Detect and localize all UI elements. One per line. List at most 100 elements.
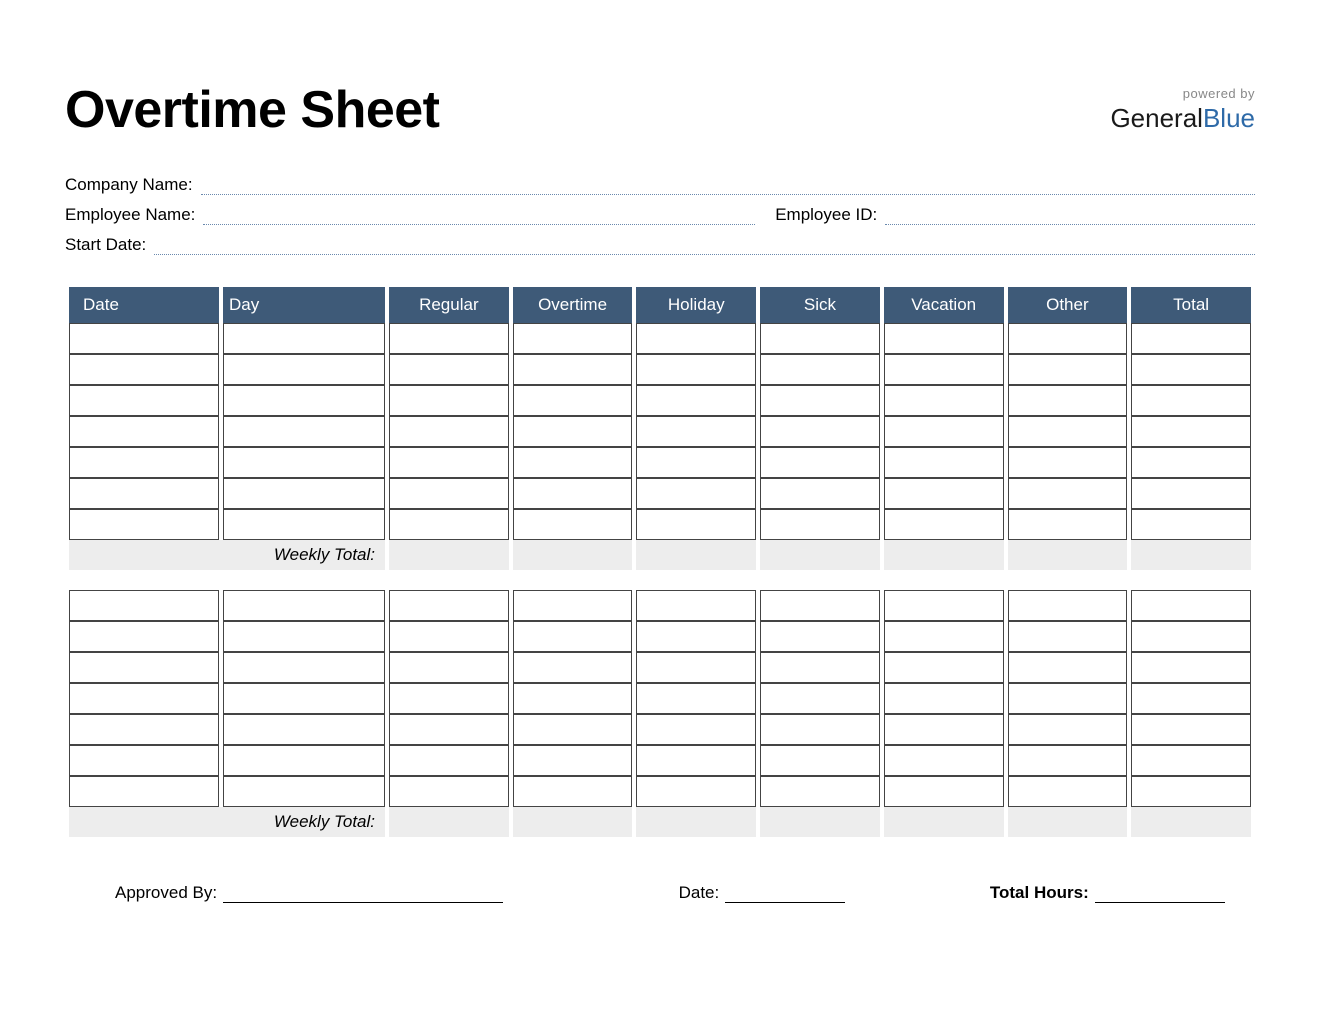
- table-cell[interactable]: [223, 776, 385, 807]
- table-cell[interactable]: [884, 776, 1004, 807]
- table-cell[interactable]: [389, 323, 509, 354]
- table-cell[interactable]: [223, 683, 385, 714]
- table-cell[interactable]: [513, 478, 633, 509]
- approved-by-input[interactable]: [223, 884, 503, 903]
- table-cell[interactable]: [1131, 354, 1251, 385]
- table-cell[interactable]: [513, 385, 633, 416]
- table-cell[interactable]: [513, 323, 633, 354]
- table-cell[interactable]: [513, 714, 633, 745]
- table-cell[interactable]: [1131, 745, 1251, 776]
- table-cell[interactable]: [69, 621, 219, 652]
- table-cell[interactable]: [884, 652, 1004, 683]
- table-cell[interactable]: [1131, 385, 1251, 416]
- table-cell[interactable]: [760, 447, 880, 478]
- table-cell[interactable]: [389, 776, 509, 807]
- table-cell[interactable]: [636, 509, 756, 540]
- table-cell[interactable]: [513, 416, 633, 447]
- table-cell[interactable]: [636, 621, 756, 652]
- table-cell[interactable]: [636, 323, 756, 354]
- table-cell[interactable]: [1131, 323, 1251, 354]
- table-cell[interactable]: [884, 447, 1004, 478]
- table-cell[interactable]: [223, 745, 385, 776]
- table-cell[interactable]: [1131, 590, 1251, 621]
- table-cell[interactable]: [636, 385, 756, 416]
- table-cell[interactable]: [69, 447, 219, 478]
- table-cell[interactable]: [1008, 385, 1128, 416]
- table-cell[interactable]: [884, 590, 1004, 621]
- table-cell[interactable]: [1008, 447, 1128, 478]
- table-cell[interactable]: [1131, 416, 1251, 447]
- table-cell[interactable]: [69, 323, 219, 354]
- table-cell[interactable]: [389, 621, 509, 652]
- table-cell[interactable]: [760, 652, 880, 683]
- table-cell[interactable]: [223, 714, 385, 745]
- table-cell[interactable]: [389, 416, 509, 447]
- table-cell[interactable]: [513, 354, 633, 385]
- table-cell[interactable]: [513, 509, 633, 540]
- table-cell[interactable]: [636, 745, 756, 776]
- table-cell[interactable]: [69, 478, 219, 509]
- table-cell[interactable]: [1008, 354, 1128, 385]
- table-cell[interactable]: [513, 652, 633, 683]
- table-cell[interactable]: [1008, 652, 1128, 683]
- table-cell[interactable]: [1008, 776, 1128, 807]
- table-cell[interactable]: [389, 683, 509, 714]
- table-cell[interactable]: [636, 776, 756, 807]
- employee-name-input[interactable]: [203, 224, 755, 225]
- table-cell[interactable]: [223, 385, 385, 416]
- table-cell[interactable]: [389, 509, 509, 540]
- table-cell[interactable]: [69, 416, 219, 447]
- table-cell[interactable]: [1008, 745, 1128, 776]
- table-cell[interactable]: [1008, 416, 1128, 447]
- employee-id-input[interactable]: [885, 224, 1255, 225]
- table-cell[interactable]: [884, 385, 1004, 416]
- table-cell[interactable]: [1008, 509, 1128, 540]
- table-cell[interactable]: [884, 416, 1004, 447]
- table-cell[interactable]: [223, 323, 385, 354]
- table-cell[interactable]: [760, 509, 880, 540]
- table-cell[interactable]: [1131, 621, 1251, 652]
- table-cell[interactable]: [223, 509, 385, 540]
- company-name-input[interactable]: [201, 194, 1255, 195]
- table-cell[interactable]: [69, 509, 219, 540]
- table-cell[interactable]: [223, 590, 385, 621]
- table-cell[interactable]: [223, 621, 385, 652]
- table-cell[interactable]: [884, 683, 1004, 714]
- table-cell[interactable]: [69, 714, 219, 745]
- start-date-input[interactable]: [154, 254, 1255, 255]
- table-cell[interactable]: [1131, 478, 1251, 509]
- table-cell[interactable]: [760, 478, 880, 509]
- table-cell[interactable]: [513, 447, 633, 478]
- table-cell[interactable]: [884, 323, 1004, 354]
- table-cell[interactable]: [389, 354, 509, 385]
- table-cell[interactable]: [636, 354, 756, 385]
- table-cell[interactable]: [636, 652, 756, 683]
- table-cell[interactable]: [1131, 509, 1251, 540]
- table-cell[interactable]: [1008, 323, 1128, 354]
- table-cell[interactable]: [1008, 590, 1128, 621]
- table-cell[interactable]: [513, 621, 633, 652]
- table-cell[interactable]: [69, 652, 219, 683]
- table-cell[interactable]: [1008, 683, 1128, 714]
- table-cell[interactable]: [760, 416, 880, 447]
- table-cell[interactable]: [1008, 714, 1128, 745]
- table-cell[interactable]: [69, 590, 219, 621]
- table-cell[interactable]: [389, 652, 509, 683]
- table-cell[interactable]: [760, 683, 880, 714]
- table-cell[interactable]: [760, 776, 880, 807]
- table-cell[interactable]: [69, 683, 219, 714]
- table-cell[interactable]: [513, 745, 633, 776]
- table-cell[interactable]: [223, 478, 385, 509]
- table-cell[interactable]: [389, 478, 509, 509]
- table-cell[interactable]: [636, 447, 756, 478]
- table-cell[interactable]: [884, 478, 1004, 509]
- table-cell[interactable]: [1131, 714, 1251, 745]
- footer-date-input[interactable]: [725, 884, 845, 903]
- table-cell[interactable]: [760, 354, 880, 385]
- table-cell[interactable]: [636, 590, 756, 621]
- table-cell[interactable]: [1008, 478, 1128, 509]
- table-cell[interactable]: [389, 590, 509, 621]
- table-cell[interactable]: [1131, 652, 1251, 683]
- table-cell[interactable]: [1131, 447, 1251, 478]
- table-cell[interactable]: [513, 590, 633, 621]
